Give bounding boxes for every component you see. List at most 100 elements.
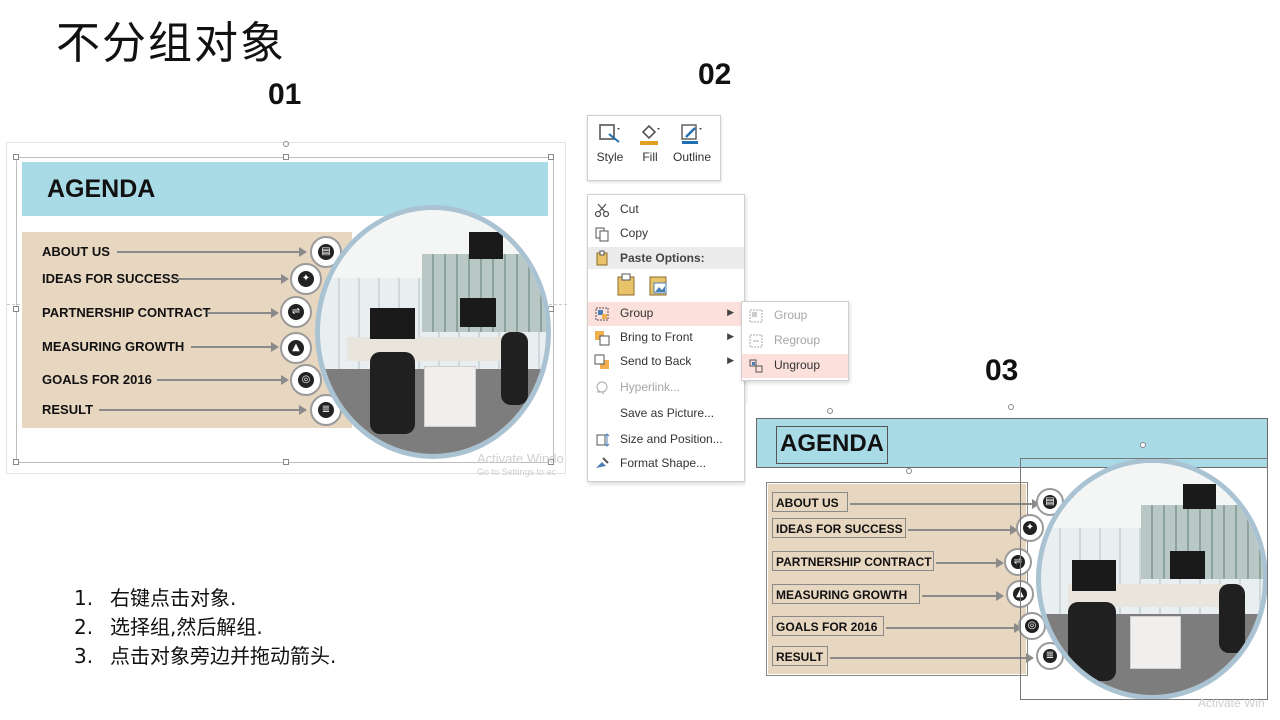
menu-item-group[interactable]: Group ▶ — [588, 302, 744, 326]
office-photo — [315, 205, 551, 459]
outline-label: Outline — [672, 150, 712, 164]
menu-item-cut[interactable]: Cut — [588, 198, 744, 222]
rotate-handle[interactable] — [1008, 404, 1014, 410]
hyperlink-label: Hyperlink... — [620, 380, 681, 394]
photo-selection[interactable] — [1020, 458, 1268, 700]
resize-handle[interactable] — [283, 459, 289, 465]
arrow-connector[interactable] — [922, 591, 1004, 601]
paste-as-picture-icon[interactable] — [648, 273, 670, 301]
arrow-connector[interactable] — [936, 558, 1004, 568]
instruction-list: 1. 右键点击对象. 2. 选择组,然后解组. 3. 点击对象旁边并拖动箭头. — [74, 584, 336, 671]
activation-watermark: Activate Windo — [477, 451, 564, 466]
style-label: Style — [596, 150, 624, 164]
agenda-background — [22, 232, 352, 428]
menu-item-format-shape[interactable]: Format Shape... — [588, 452, 744, 476]
slide-preview-grouped[interactable]: AGENDA ABOUT US ▤ IDEAS FOR SUCCESS ✦ PA… — [6, 141, 567, 477]
label-selection[interactable] — [772, 518, 906, 538]
fill-label: Fill — [642, 150, 658, 164]
resize-handle[interactable] — [13, 154, 19, 160]
arrow-connector — [117, 247, 307, 257]
resize-handle[interactable] — [13, 306, 19, 312]
group-icon — [594, 306, 610, 322]
arrow-connector[interactable] — [830, 653, 1034, 663]
menu-item-send-to-back[interactable]: Send to Back ▶ — [588, 350, 744, 374]
submenu-ungroup-label: Ungroup — [774, 358, 821, 372]
group-icon — [748, 308, 764, 324]
submenu-arrow-icon: ▶ — [727, 307, 734, 317]
activation-watermark-sub: Go to Settings to ac — [477, 467, 557, 477]
paint-bucket-icon — [637, 122, 663, 146]
rotate-handle[interactable] — [906, 468, 912, 474]
submenu-arrow-icon: ▶ — [727, 355, 734, 365]
arrow-connector — [207, 308, 279, 318]
submenu-item-group[interactable]: Group — [742, 304, 848, 328]
arrow-connector — [177, 274, 289, 284]
cut-label: Cut — [620, 202, 639, 216]
agenda-item-label: PARTNERSHIP CONTRACT — [42, 305, 211, 320]
save-as-picture-label: Save as Picture... — [620, 406, 715, 420]
label-selection[interactable] — [772, 616, 884, 636]
pen-outline-icon — [679, 122, 705, 146]
bring-front-icon — [594, 330, 610, 346]
menu-item-bring-to-front[interactable]: Bring to Front ▶ — [588, 326, 744, 350]
regroup-icon — [748, 333, 764, 349]
menu-item-hyperlink[interactable]: Hyperlink... — [588, 376, 744, 400]
menu-item-copy[interactable]: Copy — [588, 222, 744, 246]
agenda-item-label: RESULT — [42, 402, 94, 417]
mini-toolbar: Style Fill Outline — [587, 115, 721, 181]
arrow-connector[interactable] — [886, 623, 1022, 633]
agenda-item-label: ABOUT US — [42, 244, 110, 259]
resize-handle[interactable] — [283, 154, 289, 160]
page-title: 不分组对象 — [56, 18, 286, 69]
agenda-banner: AGENDA — [22, 162, 548, 216]
handshake-icon: ⇌ — [280, 296, 312, 328]
style-button[interactable]: Style — [590, 122, 630, 164]
group-submenu: Group Regroup Ungroup — [741, 301, 849, 381]
agenda-heading: AGENDA — [47, 175, 156, 203]
arrow-connector[interactable] — [908, 525, 1018, 535]
step-number-3: 03 — [985, 354, 1019, 387]
resize-handle[interactable] — [548, 154, 554, 160]
ungroup-icon — [748, 358, 764, 374]
label-selection[interactable] — [772, 551, 934, 571]
clipboard-icon — [594, 250, 610, 269]
arrow-connector — [191, 342, 279, 352]
growth-chart-icon: ▲ — [280, 332, 312, 364]
label-selection[interactable] — [772, 584, 920, 604]
rotate-handle[interactable] — [827, 408, 833, 414]
target-icon: ◎ — [290, 364, 322, 396]
label-selection[interactable] — [772, 492, 848, 512]
instruction-item: 3. 点击对象旁边并拖动箭头. — [74, 644, 337, 668]
menu-item-save-as-picture[interactable]: Save as Picture... — [588, 402, 744, 426]
arrow-connector[interactable] — [850, 499, 1040, 509]
menu-item-size-position[interactable]: Size and Position... — [588, 428, 744, 452]
label-selection[interactable] — [772, 646, 828, 666]
step-number-1: 01 — [268, 78, 302, 111]
submenu-item-regroup[interactable]: Regroup — [742, 329, 848, 353]
instruction-item: 1. 右键点击对象. — [74, 586, 237, 610]
copy-icon — [594, 226, 610, 242]
agenda-item-label: IDEAS FOR SUCCESS — [42, 271, 180, 286]
size-position-label: Size and Position... — [620, 432, 723, 446]
instruction-item: 2. 选择组,然后解组. — [74, 615, 263, 639]
link-icon — [594, 380, 610, 396]
copy-label: Copy — [620, 226, 649, 240]
submenu-item-ungroup[interactable]: Ungroup — [742, 354, 848, 378]
submenu-group-label: Group — [774, 308, 808, 322]
shape-style-icon — [597, 122, 623, 146]
rotate-handle[interactable] — [1140, 442, 1146, 448]
submenu-arrow-icon: ▶ — [727, 331, 734, 341]
outline-button[interactable]: Outline — [672, 122, 712, 164]
slide-preview-ungrouped[interactable]: AGENDA ABOUT US ▤ IDEAS FOR SUCCESS ✦ PA… — [746, 404, 1278, 710]
lightbulb-icon: ✦ — [290, 263, 322, 295]
activation-watermark: Activate Win — [1198, 696, 1265, 710]
paste-keep-source-icon[interactable] — [616, 273, 638, 301]
rotate-handle[interactable] — [283, 141, 289, 147]
format-shape-label: Format Shape... — [620, 456, 707, 470]
resize-handle[interactable] — [13, 459, 19, 465]
size-position-icon — [594, 432, 610, 448]
send-to-back-label: Send to Back — [620, 354, 692, 368]
fill-button[interactable]: Fill — [630, 122, 670, 164]
step-number-2: 02 — [698, 58, 732, 91]
paste-options-header: Paste Options: — [588, 247, 744, 269]
